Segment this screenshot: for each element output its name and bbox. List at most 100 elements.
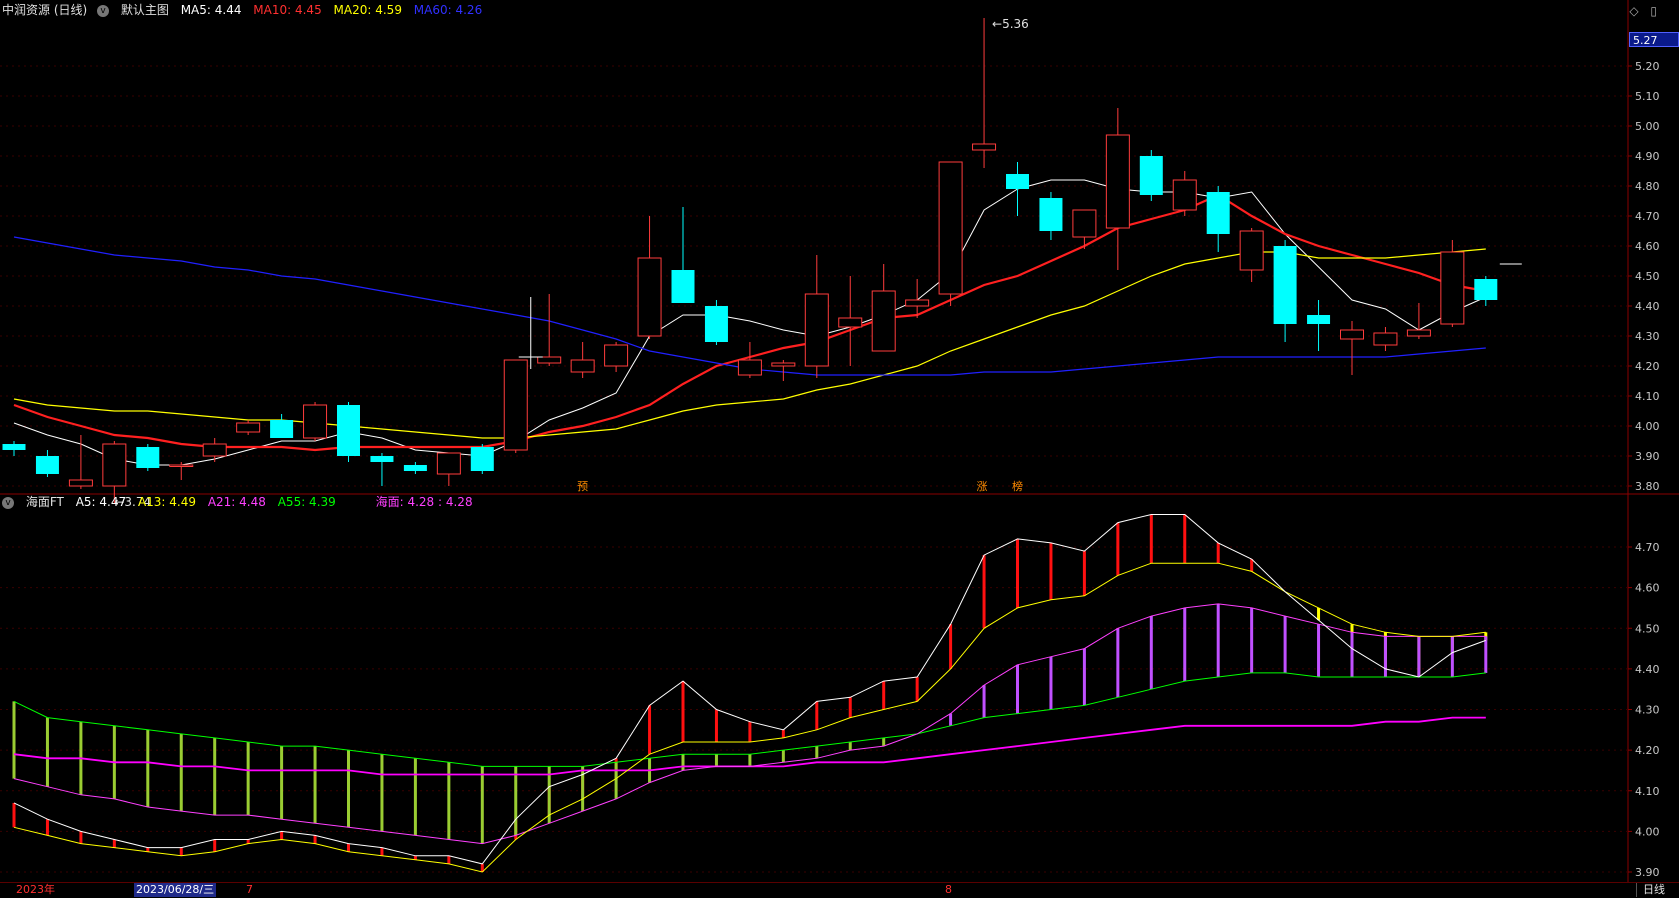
indicator-name[interactable]: 默认主图	[121, 3, 169, 17]
candle-body	[303, 404, 328, 439]
a13-line	[13, 562, 1486, 873]
candle	[236, 420, 261, 435]
candle-body	[1406, 329, 1431, 337]
candle-body	[337, 405, 360, 456]
candle-body	[804, 293, 829, 367]
candle	[637, 216, 662, 339]
candle	[972, 18, 997, 168]
a5-line	[13, 514, 1486, 865]
candle	[270, 414, 294, 438]
candle-body	[671, 270, 695, 303]
cursor-date: 2023/06/28/三	[134, 883, 217, 897]
period-button[interactable]: 日线	[1636, 883, 1665, 897]
candle-body	[537, 356, 562, 364]
a55-label: A55: 4.39	[277, 495, 336, 509]
candle	[570, 342, 595, 378]
candle	[704, 300, 728, 345]
ma60-label: MA60: 4.26	[413, 3, 483, 17]
ma10-line	[13, 193, 1486, 452]
candle-body	[972, 143, 997, 151]
candle-body	[604, 344, 629, 367]
candle-body	[503, 359, 528, 451]
panel-toggle-icon[interactable]: ▯	[1650, 4, 1657, 18]
candle	[671, 207, 695, 303]
y-tick-label: 4.10	[1635, 785, 1660, 798]
candle-body	[838, 317, 863, 328]
candle	[1072, 209, 1097, 249]
candle	[1139, 150, 1163, 201]
candle	[303, 402, 328, 441]
candle-body	[1474, 279, 1498, 300]
chart-canvas[interactable]: 3.80 3.90 4.00 4.10 4.20 4.30 4.40 4.50 4.60 4.70…	[0, 0, 1679, 897]
ma10-label: MA10: 4.45	[253, 3, 322, 17]
candle-body	[1239, 230, 1264, 271]
candle-body	[202, 443, 227, 457]
candle-body	[737, 359, 762, 376]
y-tick-label: 4.80	[1635, 180, 1660, 193]
candle	[436, 452, 461, 486]
candle-body	[35, 456, 59, 474]
candle	[1340, 321, 1364, 375]
candle-body	[704, 306, 728, 342]
y-tick-label: 4.60	[1635, 240, 1660, 253]
candle	[370, 453, 394, 486]
candle-body	[771, 362, 796, 367]
candle	[1172, 171, 1197, 216]
y-tick-label: 4.10	[1635, 390, 1660, 403]
candle	[68, 435, 93, 489]
candle	[804, 255, 829, 378]
a5-label: A5: 4.47	[75, 495, 127, 509]
candle	[1105, 108, 1130, 270]
candle	[1273, 240, 1297, 342]
y-tick-label: 4.20	[1635, 744, 1660, 757]
candle	[1307, 300, 1331, 351]
candle-body	[938, 161, 963, 295]
candle-body	[905, 299, 930, 307]
candle-body	[570, 359, 595, 373]
a21-label: A21: 4.48	[207, 495, 266, 509]
y-tick-label: 3.80	[1635, 480, 1660, 493]
candle	[136, 444, 160, 471]
y-tick-label: 4.90	[1635, 150, 1660, 163]
y-tick-label: 4.70	[1635, 541, 1660, 554]
candle-body	[236, 422, 261, 433]
a55-line	[13, 672, 1486, 767]
chevron-down-icon[interactable]: v	[97, 4, 110, 17]
y-tick-label: 5.10	[1635, 90, 1660, 103]
month-7-label: 7	[246, 883, 253, 896]
y-tick-label: 4.50	[1635, 622, 1660, 635]
candle	[604, 342, 629, 372]
high-price-label: ←5.36	[992, 17, 1029, 31]
candle-body	[1340, 329, 1364, 340]
candle-body	[637, 257, 662, 337]
candle-body	[1307, 315, 1331, 324]
candle	[35, 450, 59, 477]
candle	[2, 441, 26, 456]
candle	[1206, 186, 1230, 252]
ma20-label: MA20: 4.59	[333, 3, 402, 17]
candle-body	[270, 420, 294, 438]
signal-marker: 涨	[977, 480, 988, 493]
candle-body	[1206, 192, 1230, 234]
bottom-legend: v 海面FT A5: 4.47 A13: 4.49 A21: 4.48 A55:…	[2, 493, 481, 511]
candle-body	[169, 464, 194, 467]
candle	[1474, 276, 1498, 306]
y-tick-label: 4.00	[1635, 420, 1660, 433]
candle-body	[102, 443, 127, 487]
candle	[503, 359, 528, 453]
y-tick-label: 4.30	[1635, 330, 1660, 343]
candle-body	[370, 456, 394, 462]
y-tick-label: 4.40	[1635, 663, 1660, 676]
candle-body	[436, 452, 461, 475]
candle	[470, 444, 494, 474]
candle	[403, 462, 427, 474]
indicator-title[interactable]: 海面FT	[26, 495, 64, 509]
candle-body	[1072, 209, 1097, 238]
y-tick-label: 4.20	[1635, 360, 1660, 373]
year-label: 2023年	[16, 883, 55, 896]
diamond-icon[interactable]: ◇	[1629, 4, 1638, 18]
candle-body	[403, 465, 427, 471]
candle	[771, 360, 796, 381]
chevron-down-icon[interactable]: v	[2, 496, 14, 509]
y-tick-label: 4.30	[1635, 704, 1660, 717]
